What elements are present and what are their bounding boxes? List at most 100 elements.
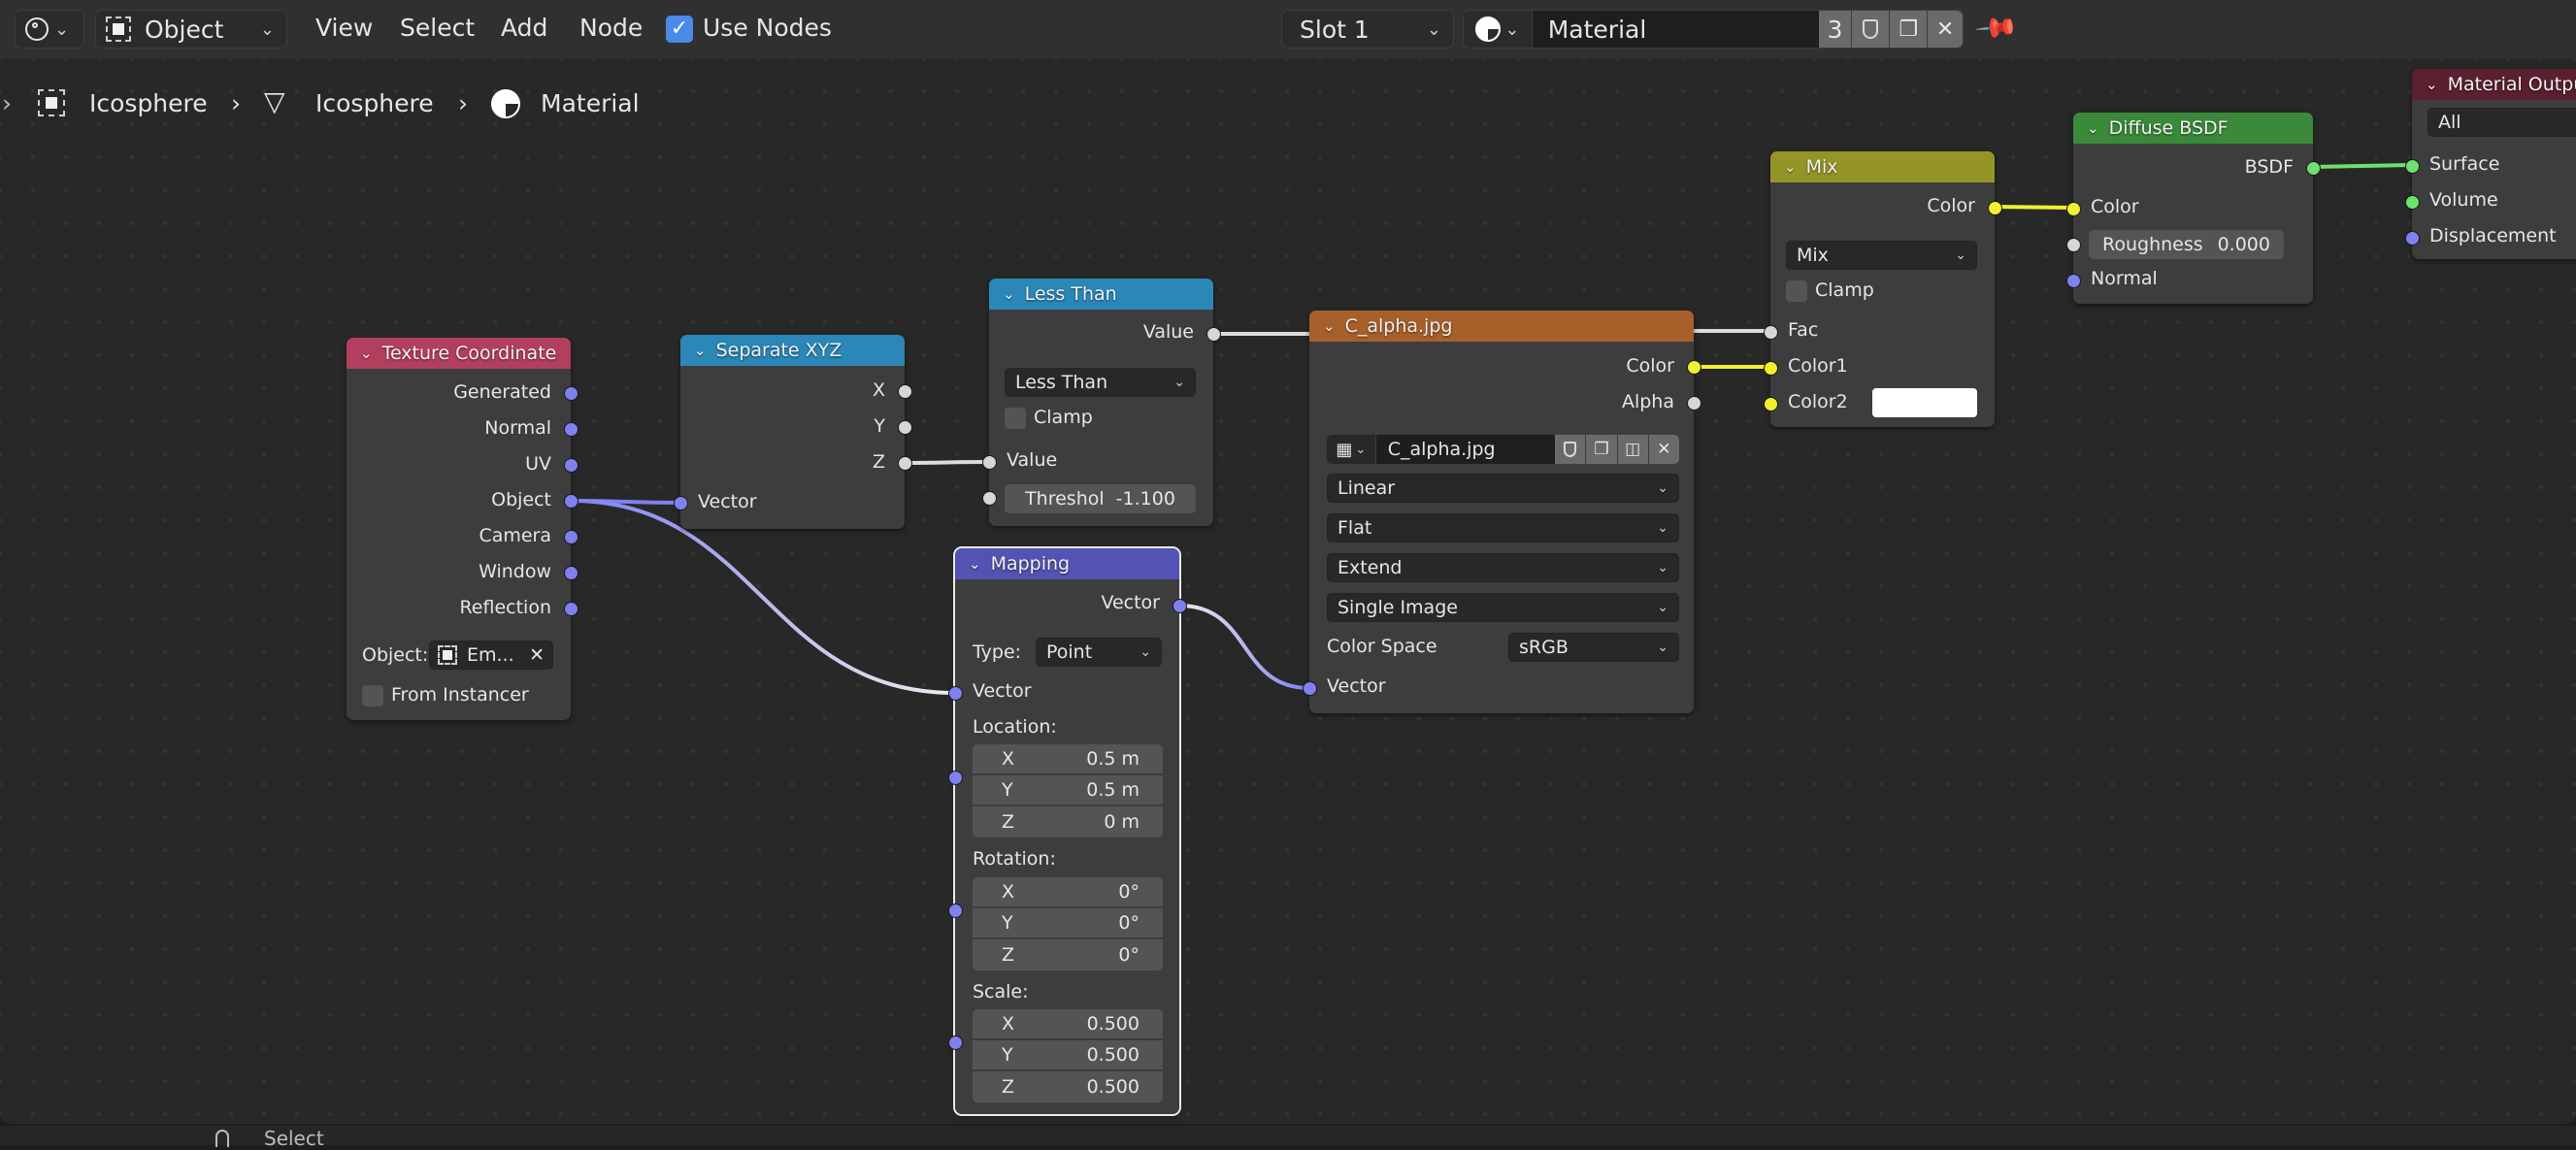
socket-scale[interactable] bbox=[948, 1035, 963, 1050]
menu-view[interactable]: View bbox=[315, 14, 373, 42]
collapse-chevron-icon[interactable]: ⌄ bbox=[1003, 285, 1015, 303]
collapse-chevron-icon[interactable]: ⌄ bbox=[1323, 317, 1336, 335]
socket-displacement[interactable] bbox=[2405, 231, 2420, 246]
clamp-checkbox[interactable] bbox=[1005, 408, 1026, 429]
socket-volume[interactable] bbox=[2405, 195, 2420, 210]
socket-color-out[interactable] bbox=[1687, 360, 1701, 375]
clear-icon[interactable]: ✕ bbox=[529, 644, 545, 666]
collapse-chevron-icon[interactable]: ⌄ bbox=[694, 342, 707, 359]
socket-bsdf-out[interactable] bbox=[2306, 161, 2321, 176]
socket-camera[interactable] bbox=[564, 530, 578, 544]
collapse-chevron-icon[interactable]: ⌄ bbox=[969, 555, 981, 573]
socket-color2[interactable] bbox=[1764, 397, 1778, 411]
breadcrumb-mesh[interactable]: Icosphere bbox=[315, 89, 434, 117]
type-dropdown[interactable]: Point ⌄ bbox=[1036, 638, 1162, 667]
socket-uv[interactable] bbox=[564, 458, 578, 473]
node-header[interactable]: ⌄ Material Output bbox=[2412, 69, 2576, 100]
socket-generated[interactable] bbox=[564, 386, 578, 401]
socket-color1[interactable] bbox=[1764, 361, 1778, 376]
location-y-field[interactable]: Y 0.5 m bbox=[973, 775, 1163, 806]
node-header[interactable]: ⌄ Texture Coordinate bbox=[347, 338, 571, 369]
socket-z[interactable] bbox=[898, 456, 912, 471]
location-z-field[interactable]: Z0 m bbox=[973, 806, 1163, 838]
socket-fac[interactable] bbox=[1764, 325, 1778, 340]
threshold-field[interactable]: Threshol -1.100 bbox=[1005, 484, 1196, 513]
socket-vector-in[interactable] bbox=[948, 686, 963, 701]
breadcrumb-material[interactable]: Material bbox=[541, 89, 640, 117]
node-material-output[interactable]: ⌄ Material Output All Surface Volume Disp… bbox=[2405, 69, 2576, 259]
clamp-checkbox[interactable] bbox=[1786, 280, 1807, 302]
collapse-chevron-icon[interactable]: ⌄ bbox=[1784, 158, 1797, 176]
socket-color-in[interactable] bbox=[2066, 202, 2081, 216]
source-dropdown[interactable]: Single Image ⌄ bbox=[1327, 593, 1679, 622]
socket-normal-in[interactable] bbox=[2066, 274, 2081, 288]
socket-roughness[interactable] bbox=[2066, 238, 2081, 252]
menu-add[interactable]: Add bbox=[501, 14, 547, 42]
socket-color-out[interactable] bbox=[1988, 201, 2002, 215]
node-texture-coordinate[interactable]: ⌄ Texture Coordinate Generated Normal UV … bbox=[347, 338, 578, 720]
menu-select[interactable]: Select bbox=[400, 14, 475, 42]
node-diffuse-bsdf[interactable]: ⌄ Diffuse BSDF BSDF Color Roughness 0.000… bbox=[2066, 113, 2321, 304]
socket-vector-in[interactable] bbox=[1303, 681, 1317, 696]
socket-surface[interactable] bbox=[2405, 159, 2420, 174]
unlink-material-button[interactable]: ✕ bbox=[1928, 11, 1963, 48]
socket-window[interactable] bbox=[564, 566, 578, 580]
socket-x[interactable] bbox=[898, 384, 912, 399]
node-header[interactable]: ⌄ Mix bbox=[1770, 151, 1995, 182]
duplicate-material-button[interactable]: ❐ bbox=[1890, 11, 1929, 48]
node-mapping[interactable]: ⌄ Mapping Vector Type: Point ⌄ Vector Loc… bbox=[948, 546, 1187, 1116]
interpolation-dropdown[interactable]: Linear ⌄ bbox=[1327, 474, 1679, 503]
socket-location[interactable] bbox=[948, 771, 963, 785]
slot-dropdown[interactable]: Slot 1 ⌄ bbox=[1281, 10, 1454, 49]
rotation-x-field[interactable]: X 0° bbox=[973, 877, 1163, 908]
rotation-y-field[interactable]: Y 0° bbox=[973, 908, 1163, 939]
open-image-button[interactable]: ◫ bbox=[1617, 435, 1649, 464]
socket-vector-out[interactable] bbox=[1172, 599, 1187, 613]
node-separate-xyz[interactable]: ⌄ Separate XYZ X Y Z Vector bbox=[674, 335, 912, 529]
node-image-texture[interactable]: ⌄ C_alpha.jpg Color Alpha ▦ ⌄ C_alpha.jpg … bbox=[1303, 311, 1701, 713]
fake-user-button[interactable] bbox=[1555, 435, 1587, 464]
collapse-chevron-icon[interactable]: ⌄ bbox=[2426, 76, 2438, 93]
image-browse-button[interactable]: ▦ ⌄ bbox=[1327, 435, 1376, 464]
user-count-button[interactable]: 3 bbox=[1818, 11, 1853, 48]
unlink-image-button[interactable]: ✕ bbox=[1648, 435, 1679, 464]
object-picker-field[interactable]: Em... ✕ bbox=[429, 641, 553, 670]
socket-reflection[interactable] bbox=[564, 602, 578, 616]
breadcrumb-object[interactable]: Icosphere bbox=[89, 89, 208, 117]
breadcrumb-toggle[interactable]: › bbox=[2, 89, 12, 117]
socket-vector-in[interactable] bbox=[674, 496, 688, 510]
socket-y[interactable] bbox=[898, 420, 912, 435]
from-instancer-checkbox[interactable] bbox=[362, 685, 383, 706]
socket-normal[interactable] bbox=[564, 422, 578, 437]
collapse-chevron-icon[interactable]: ⌄ bbox=[2087, 119, 2099, 137]
socket-value-in[interactable] bbox=[982, 455, 997, 470]
socket-rotation[interactable] bbox=[948, 904, 963, 918]
node-header[interactable]: ⌄ Less Than bbox=[989, 279, 1213, 310]
material-name-field[interactable]: Material bbox=[1532, 11, 1819, 48]
target-dropdown[interactable]: All bbox=[2427, 108, 2576, 137]
projection-dropdown[interactable]: Flat ⌄ bbox=[1327, 513, 1679, 542]
socket-alpha-out[interactable] bbox=[1687, 396, 1701, 411]
scale-x-field[interactable]: X 0.500 bbox=[973, 1009, 1163, 1040]
roughness-field[interactable]: Roughness 0.000 bbox=[2089, 230, 2284, 259]
node-header[interactable]: ⌄ Mapping bbox=[955, 548, 1179, 579]
operation-dropdown[interactable]: Less Than ⌄ bbox=[1005, 368, 1196, 397]
node-header[interactable]: ⌄ C_alpha.jpg bbox=[1309, 311, 1694, 342]
node-header[interactable]: ⌄ Diffuse BSDF bbox=[2073, 113, 2313, 144]
editor-type-button[interactable]: ⌄ bbox=[15, 10, 84, 49]
color2-swatch[interactable] bbox=[1872, 388, 1977, 417]
object-mode-dropdown[interactable]: Object ⌄ bbox=[95, 10, 287, 49]
fake-user-button[interactable] bbox=[1852, 11, 1891, 48]
use-nodes-checkbox[interactable]: ✓ bbox=[666, 16, 693, 43]
color-space-dropdown[interactable]: sRGB ⌄ bbox=[1508, 633, 1679, 662]
duplicate-image-button[interactable]: ❐ bbox=[1586, 435, 1618, 464]
material-browse-button[interactable]: ⌄ bbox=[1464, 11, 1533, 48]
scale-z-field[interactable]: Z 0.500 bbox=[973, 1071, 1163, 1102]
blend-type-dropdown[interactable]: Mix ⌄ bbox=[1786, 241, 1977, 270]
rotation-z-field[interactable]: Z 0° bbox=[973, 939, 1163, 970]
socket-threshold[interactable] bbox=[982, 491, 997, 506]
location-x-field[interactable]: X 0.5 m bbox=[973, 744, 1163, 775]
menu-node[interactable]: Node bbox=[579, 14, 643, 42]
node-less-than[interactable]: ⌄ Less Than Value Less Than ⌄ Clamp Value… bbox=[982, 279, 1221, 526]
extension-dropdown[interactable]: Extend ⌄ bbox=[1327, 553, 1679, 582]
